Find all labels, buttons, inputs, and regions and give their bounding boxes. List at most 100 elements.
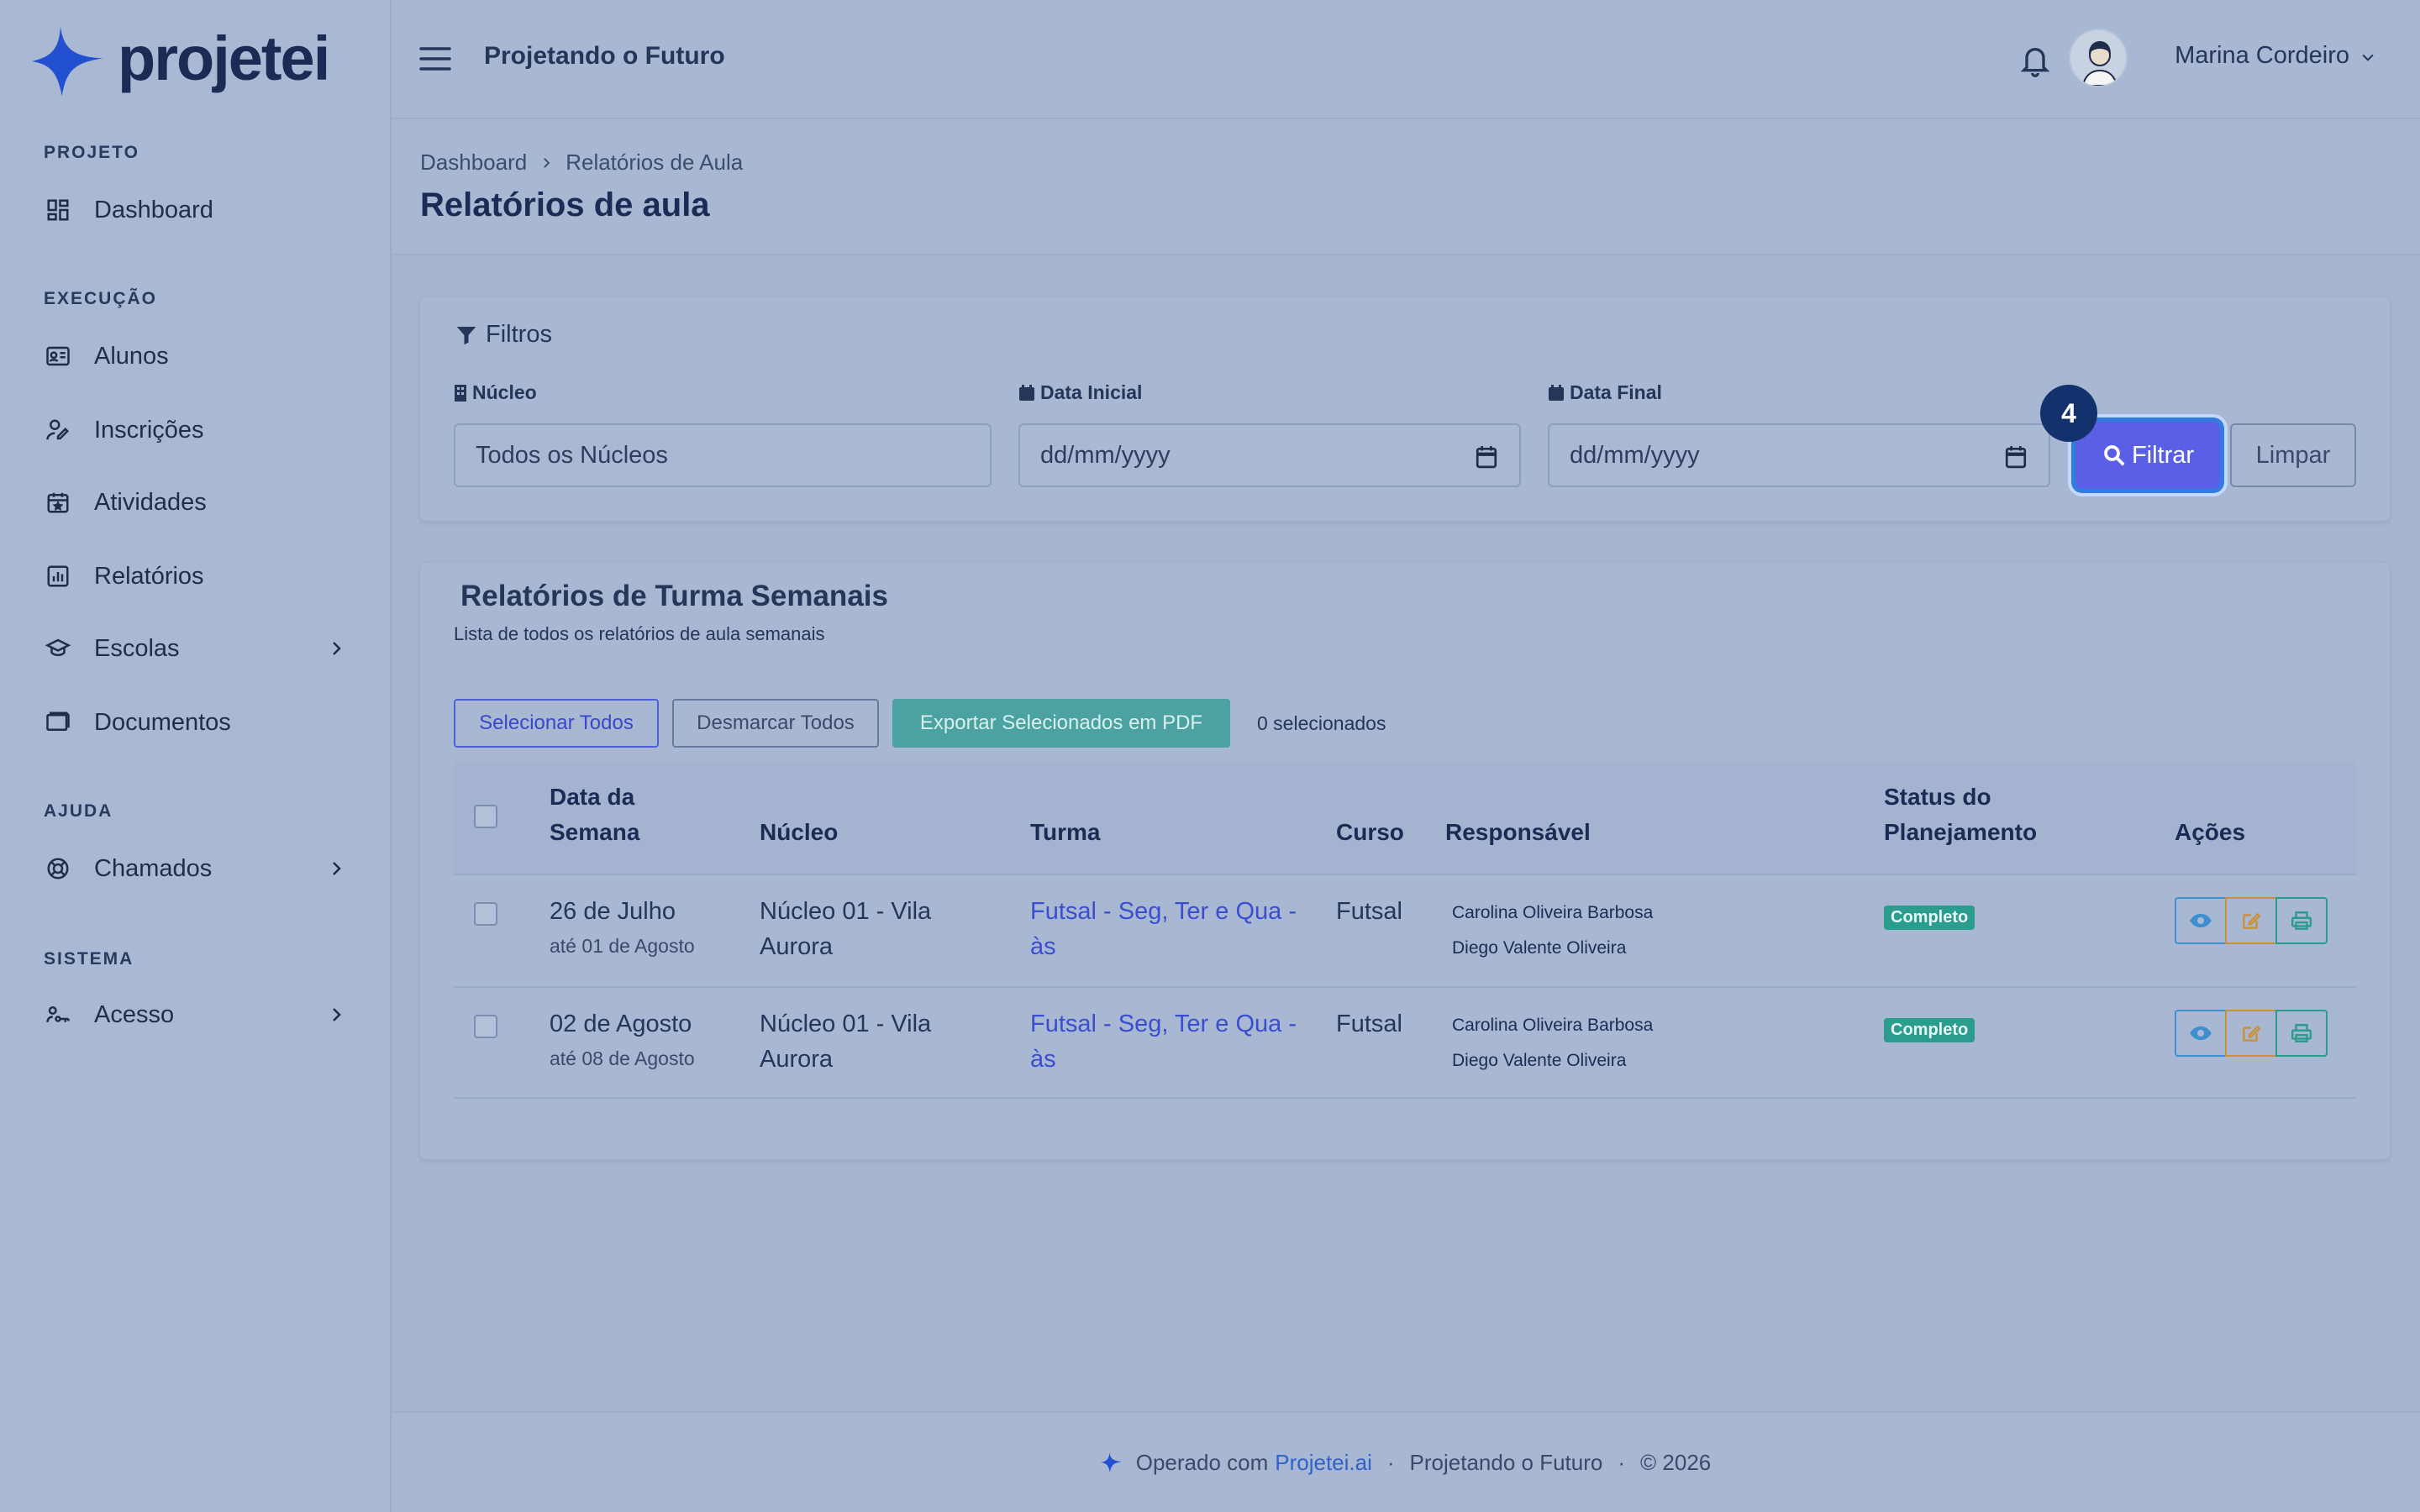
filters-title: Filtros [454, 321, 552, 349]
footer-separator: · [1386, 1449, 1395, 1475]
sidebar-item-label: Inscrições [94, 416, 204, 444]
view-button[interactable] [2175, 1010, 2227, 1057]
breadcrumb-current: Relatórios de Aula [566, 150, 744, 175]
row-nucleo: Núcleo 01 - Vila Aurora [760, 1011, 932, 1073]
row-curso: Futsal [1336, 898, 1402, 925]
sidebar-item-relatorios[interactable]: Relatórios [44, 551, 346, 601]
row-date-sub: até 01 de Agosto [550, 935, 695, 957]
row-checkbox[interactable] [474, 1015, 497, 1038]
nucleo-select[interactable]: Todos os Núcleos [454, 423, 992, 487]
top-header: Projetando o Futuro Marina Cordeiro [392, 0, 2420, 118]
page-header: Dashboard Relatórios de Aula Relatórios … [392, 118, 2420, 255]
table-header: Data da Semana Núcleo Turma Curso Respon… [454, 761, 2356, 874]
filter-icon [456, 326, 476, 344]
calendar-icon [1019, 384, 1034, 401]
footer-operated: Operado com [1135, 1449, 1269, 1475]
filters-title-text: Filtros [486, 321, 552, 348]
row-checkbox[interactable] [474, 902, 497, 926]
folder-icon [44, 708, 72, 737]
sidebar-item-chamados[interactable]: Chamados [44, 843, 346, 894]
row-date: 26 de Julho até 01 de Agosto [550, 894, 695, 963]
data-final-label-text: Data Final [1570, 381, 1662, 403]
row-responsavel-2: Diego Valente Oliveira [1452, 938, 1627, 958]
row-curso: Futsal [1336, 1011, 1402, 1037]
hamburger-menu-icon[interactable] [418, 44, 452, 74]
selected-count: 0 selecionados [1257, 712, 1386, 734]
deselect-all-button[interactable]: Desmarcar Todos [672, 699, 879, 748]
eye-icon [2190, 913, 2212, 928]
sidebar: projetei PROJETO Dashboard EXECUÇÃO Alun… [0, 0, 392, 1512]
sidebar-item-label: Documentos [94, 708, 231, 736]
print-button[interactable] [2275, 897, 2328, 944]
row-date-main: 26 de Julho [550, 898, 676, 925]
sidebar-item-inscricoes[interactable]: Inscrições [44, 405, 346, 455]
view-button[interactable] [2175, 897, 2227, 944]
select-all-button[interactable]: Selecionar Todos [454, 699, 659, 748]
avatar[interactable] [2069, 29, 2128, 87]
search-icon [2104, 445, 2125, 466]
chevron-down-icon[interactable] [2360, 49, 2376, 66]
status-badge: Completo [1884, 906, 1975, 930]
chevron-right-icon [333, 642, 341, 655]
filtrar-label: Filtrar [2131, 441, 2195, 469]
sidebar-item-dashboard[interactable]: Dashboard [44, 185, 346, 235]
edit-button[interactable] [2225, 1010, 2277, 1057]
data-final-value: dd/mm/yyyy [1570, 441, 1700, 469]
notification-bell-icon[interactable] [2018, 42, 2052, 79]
logo[interactable]: projetei [30, 24, 330, 99]
eye-icon [2190, 1026, 2212, 1041]
school-icon [44, 634, 72, 663]
footer-project: Projetando o Futuro [1409, 1449, 1603, 1475]
row-actions [2175, 1010, 2328, 1057]
lifebuoy-icon [44, 854, 72, 883]
sidebar-item-alunos[interactable]: Alunos [44, 331, 346, 381]
section-ajuda: AJUDA [44, 801, 113, 821]
row-nucleo: Núcleo 01 - Vila Aurora [760, 898, 932, 960]
edit-button[interactable] [2225, 897, 2277, 944]
sidebar-item-label: Escolas [94, 634, 180, 662]
sidebar-item-acesso[interactable]: Acesso [44, 990, 346, 1040]
sidebar-item-label: Atividades [94, 488, 207, 516]
calendar-picker-icon[interactable] [1476, 445, 1497, 469]
row-responsavel-1: Carolina Oliveira Barbosa [1452, 1016, 1654, 1035]
page-title: Relatórios de aula [420, 186, 710, 223]
status-badge: Completo [1884, 1018, 1975, 1042]
user-name[interactable]: Marina Cordeiro [2175, 42, 2349, 70]
col-responsavel: Responsável [1445, 819, 1591, 845]
col-status: Status do Planejamento [1884, 784, 2038, 845]
sidebar-item-label: Dashboard [94, 196, 213, 223]
chevron-right-icon [333, 1008, 341, 1021]
id-card-icon [44, 342, 72, 370]
sidebar-item-documentos[interactable]: Documentos [44, 697, 346, 748]
sidebar-item-escolas[interactable]: Escolas [44, 623, 346, 674]
print-icon [2291, 911, 2312, 930]
data-inicial-input[interactable]: dd/mm/yyyy [1018, 423, 1521, 487]
footer-brand-link[interactable]: Projetei.ai [1275, 1450, 1372, 1476]
filtrar-button[interactable]: Filtrar [2075, 422, 2220, 489]
col-acoes: Ações [2175, 819, 2246, 845]
limpar-button[interactable]: Limpar [2230, 423, 2356, 487]
sidebar-item-atividades[interactable]: Atividades [44, 477, 346, 528]
nucleo-label-text: Núcleo [472, 381, 537, 403]
calendar-picker-icon[interactable] [2005, 445, 2027, 469]
row-turma-link[interactable]: Futsal - Seg, Ter e Qua - às [1030, 1006, 1307, 1077]
sidebar-item-label: Relatórios [94, 562, 204, 590]
star-logo-icon [1101, 1452, 1122, 1473]
col-nucleo: Núcleo [760, 819, 839, 845]
reports-subtitle: Lista de todos os relatórios de aula sem… [454, 623, 825, 644]
print-button[interactable] [2275, 1010, 2328, 1057]
user-key-icon [44, 1000, 72, 1029]
breadcrumb-dashboard[interactable]: Dashboard [420, 150, 527, 176]
chevron-right-icon [333, 862, 341, 875]
row-date: 02 de Agosto até 08 de Agosto [550, 1006, 695, 1075]
select-all-checkbox[interactable] [474, 805, 497, 828]
data-final-input[interactable]: dd/mm/yyyy [1548, 423, 2050, 487]
user-edit-icon [44, 416, 72, 444]
footer-separator: · [1618, 1449, 1626, 1475]
export-pdf-button[interactable]: Exportar Selecionados em PDF [892, 699, 1230, 748]
step-badge: 4 [2040, 385, 2097, 442]
filters-card: Filtros Núcleo Todos os Núcleos Data Ini… [420, 297, 2390, 521]
col-data-semana: Data da Semana [550, 784, 640, 845]
chevron-right-icon [544, 157, 550, 168]
row-turma-link[interactable]: Futsal - Seg, Ter e Qua - às [1030, 894, 1307, 964]
